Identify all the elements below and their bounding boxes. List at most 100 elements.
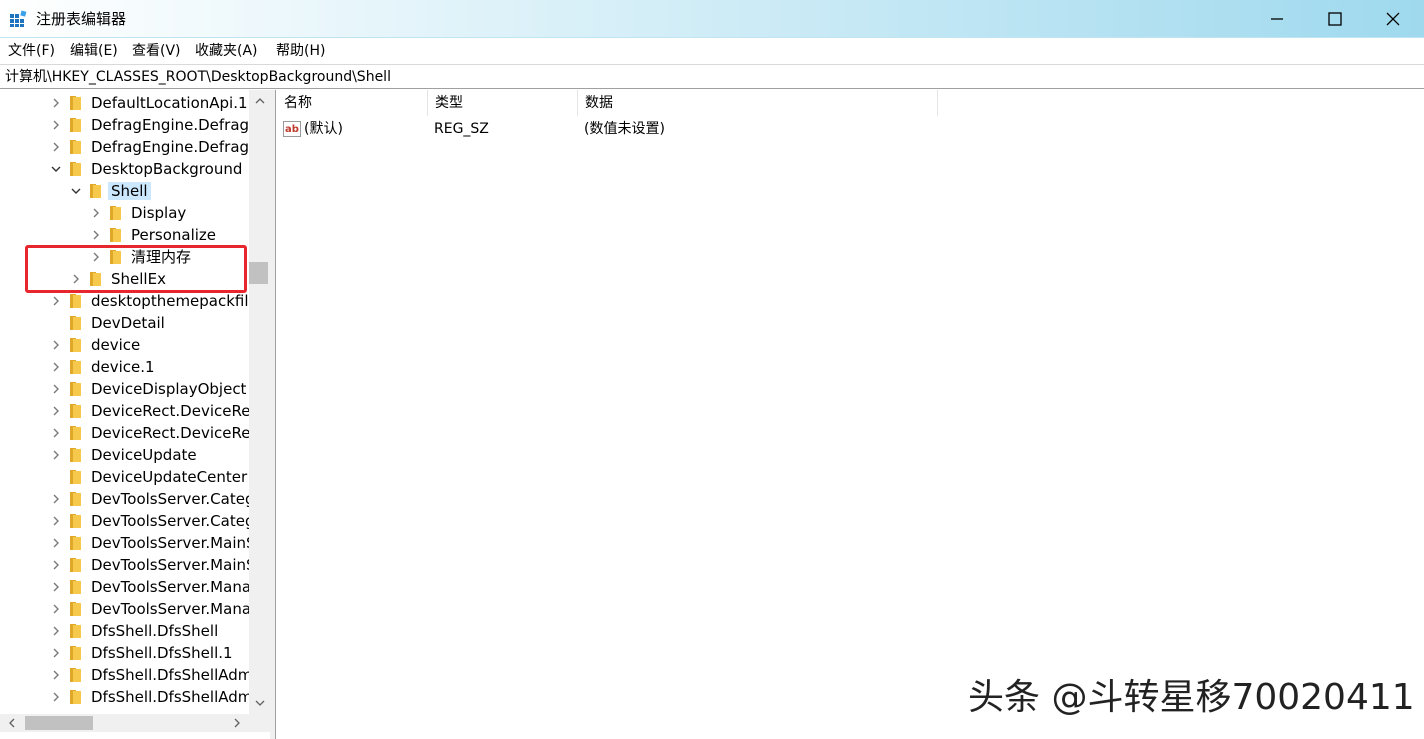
minimize-button[interactable]	[1248, 0, 1306, 38]
chevron-right-icon[interactable]	[51, 538, 61, 548]
tree-item[interactable]: DevToolsServer.Categ	[0, 510, 249, 532]
folder-icon	[69, 95, 83, 111]
tree-item-label: device	[91, 336, 140, 354]
menu-favorites[interactable]: 收藏夹(A)	[195, 42, 258, 60]
tree-item[interactable]: desktopthemepackfile	[0, 290, 249, 312]
horizontal-scroll-thumb[interactable]	[25, 716, 93, 730]
menu-view[interactable]: 查看(V)	[132, 42, 181, 60]
scroll-right-button[interactable]	[228, 714, 246, 732]
chevron-left-icon	[8, 718, 16, 728]
menu-help[interactable]: 帮助(H)	[276, 42, 325, 60]
menu-edit[interactable]: 编辑(E)	[70, 42, 118, 60]
chevron-right-icon[interactable]	[51, 560, 61, 570]
tree-item[interactable]: device	[0, 334, 249, 356]
tree-horizontal-scrollbar[interactable]	[0, 714, 270, 732]
folder-icon	[69, 689, 83, 705]
red-highlight-annotation	[25, 245, 247, 293]
folder-icon	[69, 557, 83, 573]
scroll-thumb[interactable]	[249, 262, 268, 284]
tree-item-label: DevToolsServer.Categ	[91, 490, 249, 508]
tree-item[interactable]: device.1	[0, 356, 249, 378]
folder-icon	[69, 293, 83, 309]
tree-item[interactable]: Shell	[0, 180, 249, 202]
values-pane: 名称 类型 数据 ab (默认) REG_SZ (数值未设置)	[277, 90, 1424, 739]
chevron-right-icon[interactable]	[91, 230, 101, 240]
folder-icon	[69, 403, 83, 419]
scroll-left-button[interactable]	[3, 714, 21, 732]
tree-item[interactable]: DfsShell.DfsShellAdmi	[0, 686, 249, 708]
chevron-right-icon[interactable]	[51, 340, 61, 350]
chevron-down-icon[interactable]	[51, 164, 61, 174]
chevron-right-icon[interactable]	[51, 648, 61, 658]
chevron-right-icon[interactable]	[51, 98, 61, 108]
value-name: (默认)	[304, 120, 343, 138]
scroll-up-button[interactable]	[249, 92, 270, 110]
folder-icon	[69, 139, 83, 155]
chevron-right-icon[interactable]	[51, 582, 61, 592]
chevron-right-icon[interactable]	[51, 384, 61, 394]
menu-file[interactable]: 文件(F)	[8, 42, 55, 60]
tree-item[interactable]: DeviceDisplayObject	[0, 378, 249, 400]
minimize-icon	[1270, 12, 1284, 26]
chevron-right-icon[interactable]	[51, 494, 61, 504]
address-path[interactable]: 计算机\HKEY_CLASSES_ROOT\DesktopBackground\…	[5, 68, 391, 86]
scroll-down-button[interactable]	[249, 694, 270, 712]
folder-icon	[69, 315, 83, 331]
chevron-right-icon[interactable]	[51, 516, 61, 526]
tree-item-label: DeviceDisplayObject	[91, 380, 246, 398]
chevron-right-icon[interactable]	[51, 450, 61, 460]
tree-item-label: DevToolsServer.Categ	[91, 512, 249, 530]
tree-item[interactable]: DeviceUpdate	[0, 444, 249, 466]
value-row[interactable]: ab (默认) REG_SZ (数值未设置)	[277, 118, 1177, 140]
tree-item[interactable]: DeviceRect.DeviceRec	[0, 422, 249, 444]
folder-icon	[89, 183, 103, 199]
chevron-right-icon[interactable]	[51, 296, 61, 306]
tree-item[interactable]: DevToolsServer.Mana	[0, 576, 249, 598]
tree-vertical-scrollbar[interactable]	[249, 90, 270, 714]
window-title: 注册表编辑器	[36, 9, 126, 29]
tree-item[interactable]: DefaultLocationApi.1	[0, 92, 249, 114]
chevron-right-icon[interactable]	[51, 604, 61, 614]
address-bar[interactable]: 计算机\HKEY_CLASSES_ROOT\DesktopBackground\…	[0, 64, 1424, 89]
tree-item[interactable]: Display	[0, 202, 249, 224]
tree-item[interactable]: DevToolsServer.MainS	[0, 532, 249, 554]
tree-item[interactable]: DevToolsServer.Categ	[0, 488, 249, 510]
chevron-right-icon[interactable]	[51, 120, 61, 130]
column-header-type[interactable]: 类型	[428, 90, 578, 116]
folder-icon	[69, 425, 83, 441]
tree-item[interactable]: DevToolsServer.Mana	[0, 598, 249, 620]
tree-item-label: DeviceUpdateCenter	[91, 468, 247, 486]
chevron-right-icon[interactable]	[51, 692, 61, 702]
maximize-button[interactable]	[1306, 0, 1364, 38]
tree-item[interactable]: DfsShell.DfsShell.1	[0, 642, 249, 664]
tree-item[interactable]: DevToolsServer.MainS	[0, 554, 249, 576]
chevron-right-icon[interactable]	[91, 208, 101, 218]
chevron-right-icon[interactable]	[51, 670, 61, 680]
chevron-right-icon[interactable]	[51, 406, 61, 416]
tree-item[interactable]: DevDetail	[0, 312, 249, 334]
folder-icon	[69, 337, 83, 353]
maximize-icon	[1328, 12, 1342, 26]
chevron-right-icon[interactable]	[51, 362, 61, 372]
folder-icon	[69, 469, 83, 485]
tree-item[interactable]: Personalize	[0, 224, 249, 246]
tree-item[interactable]: DfsShell.DfsShellAdmi	[0, 664, 249, 686]
folder-icon	[69, 359, 83, 375]
tree-item[interactable]: DesktopBackground	[0, 158, 249, 180]
tree-item[interactable]: DefragEngine.DefragE	[0, 136, 249, 158]
chevron-down-icon[interactable]	[71, 186, 81, 196]
tree-item-label: Personalize	[131, 226, 216, 244]
tree-item[interactable]: DeviceRect.DeviceRec	[0, 400, 249, 422]
close-button[interactable]	[1364, 0, 1422, 38]
folder-icon	[69, 117, 83, 133]
chevron-right-icon[interactable]	[51, 428, 61, 438]
chevron-right-icon[interactable]	[51, 142, 61, 152]
tree-item[interactable]: DfsShell.DfsShell	[0, 620, 249, 642]
pane-splitter[interactable]	[270, 90, 276, 739]
column-header-name[interactable]: 名称	[277, 90, 428, 116]
tree-item[interactable]: DeviceUpdateCenter	[0, 466, 249, 488]
folder-icon	[69, 623, 83, 639]
tree-item[interactable]: DefragEngine.DefragE	[0, 114, 249, 136]
chevron-right-icon[interactable]	[51, 626, 61, 636]
column-header-data[interactable]: 数据	[578, 90, 938, 116]
